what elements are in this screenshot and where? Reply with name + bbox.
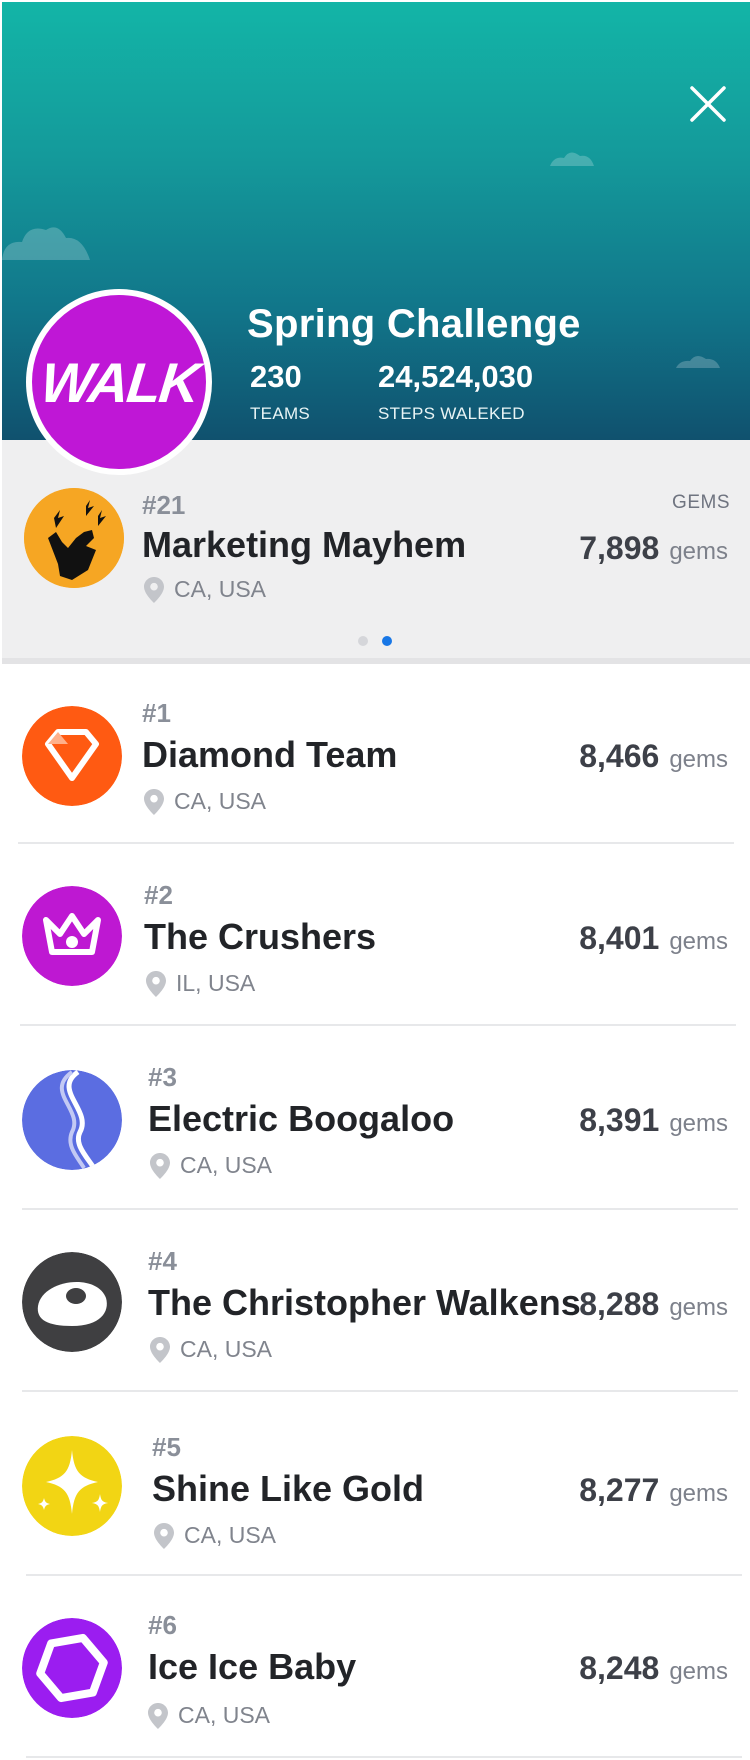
location-pin-icon — [144, 576, 164, 603]
team-score: 8,288 gems — [579, 1286, 728, 1323]
team-rank: #4 — [148, 1246, 177, 1276]
cloud-icon — [2, 227, 90, 260]
location-pin-icon — [150, 1152, 170, 1179]
close-button[interactable] — [686, 82, 730, 126]
gems-unit: gems — [669, 1658, 728, 1685]
gems-value: 8,466 — [579, 738, 660, 774]
logo-text: WALK — [37, 350, 201, 414]
team-location: CA, USA — [144, 788, 266, 815]
team-name: Shine Like Gold — [152, 1468, 425, 1509]
gems-unit: gems — [669, 538, 728, 565]
gems-value: 8,277 — [579, 1472, 660, 1508]
team-name: The Crushers — [144, 916, 377, 957]
gems-unit: gems — [669, 1480, 728, 1507]
location-pin-icon — [148, 1702, 168, 1729]
sparkle-icon — [22, 1436, 122, 1536]
diamond-icon — [22, 706, 122, 806]
teams-count: 230 — [250, 359, 302, 394]
gems-value: 8,288 — [579, 1286, 660, 1322]
row-divider — [22, 1208, 738, 1210]
steps-count: 24,524,030 — [378, 359, 534, 394]
row-divider — [26, 1574, 742, 1576]
location-text: CA, USA — [174, 788, 267, 814]
team-score: 8,466 gems — [579, 738, 728, 775]
location-pin-icon — [150, 1336, 170, 1363]
team-avatar — [22, 1618, 122, 1718]
team-location: CA, USA — [148, 1702, 270, 1729]
location-pin-icon — [154, 1522, 174, 1549]
team-rank: #5 — [152, 1432, 181, 1462]
team-avatar — [22, 706, 122, 806]
leaderboard-row[interactable]: #3 Electric Boogaloo CA, USA 8,391 gems — [0, 1030, 750, 1210]
location-text: CA, USA — [174, 576, 267, 602]
leaderboard-row[interactable]: #1 Diamond Team CA, USA 8,466 gems — [0, 664, 750, 844]
team-score: 8,391 gems — [579, 1102, 728, 1139]
eye-icon — [22, 1252, 122, 1352]
team-avatar — [22, 1070, 122, 1170]
hexagon-icon — [22, 1618, 122, 1718]
gems-value: 8,248 — [579, 1650, 660, 1686]
team-avatar — [22, 886, 122, 986]
challenge-logo: WALK — [26, 289, 212, 475]
leaderboard-row[interactable]: #4 The Christopher Walkens CA, USA 8,288… — [0, 1212, 750, 1392]
row-divider — [18, 842, 734, 844]
close-icon — [690, 86, 726, 122]
page-dot-active[interactable] — [382, 636, 392, 646]
team-location: IL, USA — [146, 970, 255, 997]
gems-column-header: GEMS — [672, 492, 730, 513]
gems-unit: gems — [669, 746, 728, 773]
team-location: CA, USA — [150, 1336, 272, 1363]
cloud-icon — [550, 152, 594, 166]
team-location: CA, USA — [154, 1522, 276, 1549]
challenge-title: Spring Challenge — [247, 302, 581, 346]
gems-unit: gems — [669, 1110, 728, 1137]
row-divider — [20, 1024, 736, 1026]
team-score: 8,248 gems — [579, 1650, 728, 1687]
team-name: Marketing Mayhem — [142, 524, 467, 565]
location-text: CA, USA — [178, 1702, 271, 1728]
team-rank: #1 — [142, 698, 171, 728]
shaka-hand-icon — [24, 488, 124, 588]
crown-icon — [22, 886, 122, 986]
page-dot[interactable] — [358, 636, 368, 646]
steps-label: STEPS WALEKED — [378, 404, 525, 423]
page-indicator — [358, 636, 392, 646]
team-name: The Christopher Walkens — [148, 1282, 581, 1323]
row-divider — [22, 1390, 738, 1392]
team-avatar — [22, 1436, 122, 1536]
wave-icon — [22, 1070, 122, 1170]
team-rank: #21 — [142, 490, 186, 520]
leaderboard-row[interactable]: #6 Ice Ice Baby CA, USA 8,248 gems — [0, 1578, 750, 1760]
leaderboard-row[interactable]: #5 Shine Like Gold CA, USA 8,277 gems — [0, 1396, 750, 1576]
team-avatar — [22, 1252, 122, 1352]
location-pin-icon — [146, 970, 166, 997]
location-pin-icon — [144, 788, 164, 815]
location-text: CA, USA — [180, 1152, 273, 1178]
gems-value: 8,401 — [579, 920, 660, 956]
location-text: CA, USA — [184, 1522, 277, 1548]
team-avatar — [24, 488, 124, 588]
team-rank: #6 — [148, 1610, 177, 1640]
team-score: 8,277 gems — [579, 1472, 728, 1509]
team-location: CA, USA — [150, 1152, 272, 1179]
team-name: Electric Boogaloo — [148, 1098, 455, 1139]
team-rank: #2 — [144, 880, 173, 910]
team-name: Ice Ice Baby — [148, 1646, 357, 1687]
team-score: 7,898 gems — [579, 530, 728, 567]
gems-unit: gems — [669, 928, 728, 955]
row-divider — [26, 1756, 742, 1758]
gems-value: 8,391 — [579, 1102, 660, 1138]
location-text: CA, USA — [180, 1336, 273, 1362]
location-text: IL, USA — [176, 970, 256, 996]
team-name: Diamond Team — [142, 734, 398, 775]
teams-label: TEAMS — [250, 404, 311, 423]
team-score: 8,401 gems — [579, 920, 728, 957]
gems-unit: gems — [669, 1294, 728, 1321]
team-rank: #3 — [148, 1062, 177, 1092]
walk-logo: WALK — [32, 295, 206, 469]
gems-value: 7,898 — [579, 530, 660, 566]
team-location: CA, USA — [144, 576, 266, 603]
cloud-icon — [676, 355, 720, 368]
leaderboard-row[interactable]: #2 The Crushers IL, USA 8,401 gems — [0, 846, 750, 1026]
